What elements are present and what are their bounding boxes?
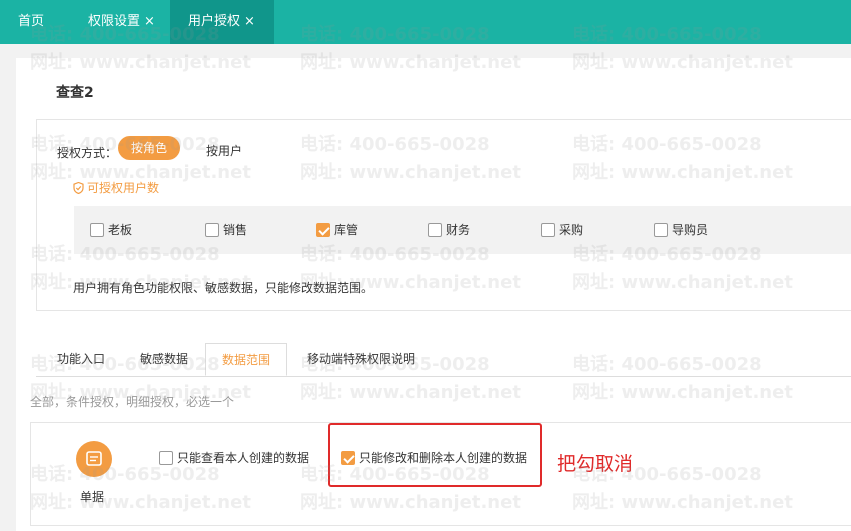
by-user-button[interactable]: 按用户	[206, 142, 242, 159]
tab-function-entry[interactable]: 功能入口	[46, 343, 116, 376]
shield-check-icon	[73, 181, 84, 195]
close-icon[interactable]: ×	[244, 14, 255, 29]
role-label: 老板	[108, 223, 133, 237]
option-view-own-data-label: 只能查看本人创建的数据	[177, 451, 310, 465]
tab-mobile-permissions[interactable]: 移动端特殊权限说明	[294, 343, 428, 376]
close-icon[interactable]: ×	[144, 14, 155, 29]
checkbox-icon[interactable]	[541, 223, 555, 237]
tab-sensitive-data[interactable]: 敏感数据	[128, 343, 200, 376]
page-title: 查查2	[56, 85, 94, 101]
role-label: 销售	[223, 223, 248, 237]
role-checkbox-finance[interactable]: 财务	[428, 222, 470, 238]
scope-hint: 全部，条件授权，明细授权，必选一个	[30, 395, 235, 409]
permission-subtabs: 功能入口 敏感数据 数据范围 移动端特殊权限说明	[36, 343, 851, 377]
role-label: 库管	[334, 223, 359, 237]
license-hint-label: 可授权用户数	[87, 181, 160, 195]
checkbox-icon[interactable]	[654, 223, 668, 237]
document-label: 单据	[80, 490, 105, 504]
top-tab-bar: 首页 权限设置 × 用户授权 ×	[0, 0, 851, 44]
tab-permission-settings[interactable]: 权限设置 ×	[70, 0, 168, 44]
role-checkbox-warehouse[interactable]: 库管	[316, 222, 358, 238]
document-icon	[76, 441, 112, 477]
tab-user-auth-label: 用户授权	[188, 14, 241, 29]
tab-data-scope[interactable]: 数据范围	[205, 343, 287, 376]
tab-home[interactable]: 首页	[0, 0, 64, 44]
license-hint[interactable]: 可授权用户数	[73, 179, 159, 196]
role-checkbox-sales[interactable]: 销售	[205, 222, 247, 238]
role-list: 老板 销售 库管 财务 采购 导购员	[74, 206, 851, 254]
role-label: 采购	[559, 223, 584, 237]
role-checkbox-shopping-guide[interactable]: 导购员	[654, 222, 708, 238]
tab-user-auth[interactable]: 用户授权 ×	[170, 0, 274, 44]
tab-home-label: 首页	[18, 14, 45, 29]
by-role-button[interactable]: 按角色	[118, 136, 180, 160]
checkbox-checked-icon[interactable]	[316, 223, 330, 237]
checkbox-icon[interactable]	[428, 223, 442, 237]
role-note: 用户拥有角色功能权限、敏感数据，只能修改数据范围。	[73, 281, 374, 295]
role-label: 财务	[446, 223, 471, 237]
role-checkbox-purchase[interactable]: 采购	[541, 222, 583, 238]
option-view-own-data[interactable]: 只能查看本人创建的数据	[159, 449, 309, 466]
role-checkbox-boss[interactable]: 老板	[90, 222, 132, 238]
checkbox-icon[interactable]	[90, 223, 104, 237]
auth-method-panel: 授权方式： 按角色 按用户 可授权用户数 老板 销售 库管 财务 采购 导购员 …	[36, 119, 851, 311]
annotation-highlight-box	[328, 423, 542, 487]
tab-permission-settings-label: 权限设置	[88, 14, 141, 29]
annotation-text: 把勾取消	[557, 453, 634, 475]
checkbox-icon[interactable]	[159, 451, 173, 465]
checkbox-icon[interactable]	[205, 223, 219, 237]
auth-method-label: 授权方式：	[57, 146, 118, 160]
role-label: 导购员	[672, 223, 709, 237]
